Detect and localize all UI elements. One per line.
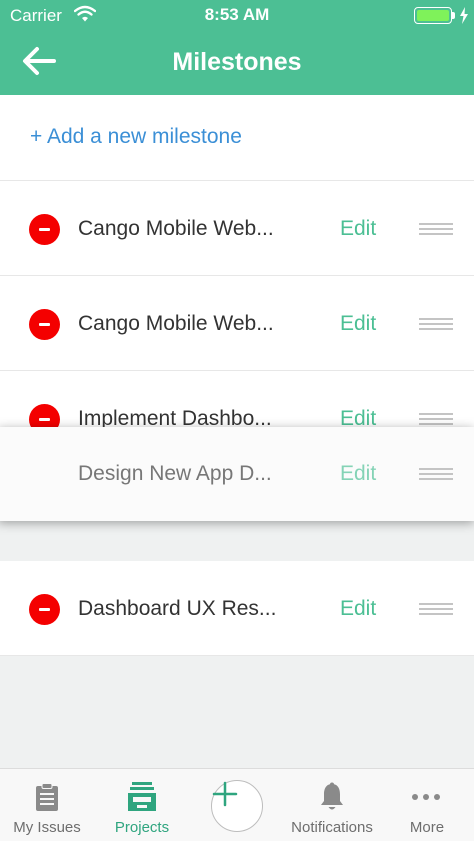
more-dots-icon <box>412 794 440 800</box>
tab-label: Notifications <box>291 819 373 836</box>
milestone-title: Design New App D... <box>78 462 272 485</box>
reorder-handle-icon[interactable] <box>419 223 453 237</box>
milestone-row: Dashboard UX Res... Edit <box>0 561 474 656</box>
tab-projects[interactable]: Projects <box>94 769 190 841</box>
bell-icon <box>321 782 343 810</box>
edit-button[interactable]: Edit <box>340 312 376 336</box>
battery-tip <box>452 12 455 19</box>
projects-tray-icon <box>128 782 156 811</box>
clipboard-icon <box>36 783 58 811</box>
delete-icon[interactable] <box>29 594 60 625</box>
drop-placeholder <box>0 520 474 562</box>
edit-button[interactable]: Edit <box>340 462 376 486</box>
reorder-handle-icon[interactable] <box>419 318 453 332</box>
tab-label: Projects <box>114 819 170 836</box>
battery-icon <box>414 7 452 24</box>
tab-my-issues[interactable]: My Issues <box>0 769 94 841</box>
status-bar: Carrier 8:53 AM <box>0 0 474 30</box>
nav-bar: Milestones <box>0 30 474 95</box>
milestone-title: Cango Mobile Web... <box>78 217 274 240</box>
reorder-handle-icon[interactable] <box>419 603 453 617</box>
add-milestone-row[interactable]: + Add a new milestone <box>0 95 474 181</box>
milestone-row: Cango Mobile Web... Edit <box>0 276 474 371</box>
edit-button[interactable]: Edit <box>340 217 376 241</box>
status-time: 8:53 AM <box>204 5 270 24</box>
delete-icon[interactable] <box>29 214 60 245</box>
milestone-title: Dashboard UX Res... <box>78 597 277 620</box>
dragging-milestone-row[interactable]: Design New App D... Edit <box>0 427 474 521</box>
milestone-title: Cango Mobile Web... <box>78 312 274 335</box>
add-button[interactable] <box>211 780 263 832</box>
edit-button[interactable]: Edit <box>340 597 376 621</box>
reorder-handle-icon[interactable] <box>419 468 453 482</box>
add-icon <box>212 781 238 807</box>
charging-bolt-icon <box>460 7 468 24</box>
page-title: Milestones <box>172 48 302 76</box>
add-milestone-link[interactable]: + Add a new milestone <box>30 125 242 149</box>
delete-icon[interactable] <box>29 309 60 340</box>
tab-label: My Issues <box>13 819 81 836</box>
tab-more[interactable]: More <box>380 769 474 841</box>
tab-bar: My Issues Projects Notifications More <box>0 768 474 841</box>
reorder-handle-icon[interactable] <box>419 413 453 427</box>
tab-notifications[interactable]: Notifications <box>284 769 380 841</box>
milestone-row: Cango Mobile Web... Edit <box>0 181 474 276</box>
tab-label: More <box>409 819 445 836</box>
